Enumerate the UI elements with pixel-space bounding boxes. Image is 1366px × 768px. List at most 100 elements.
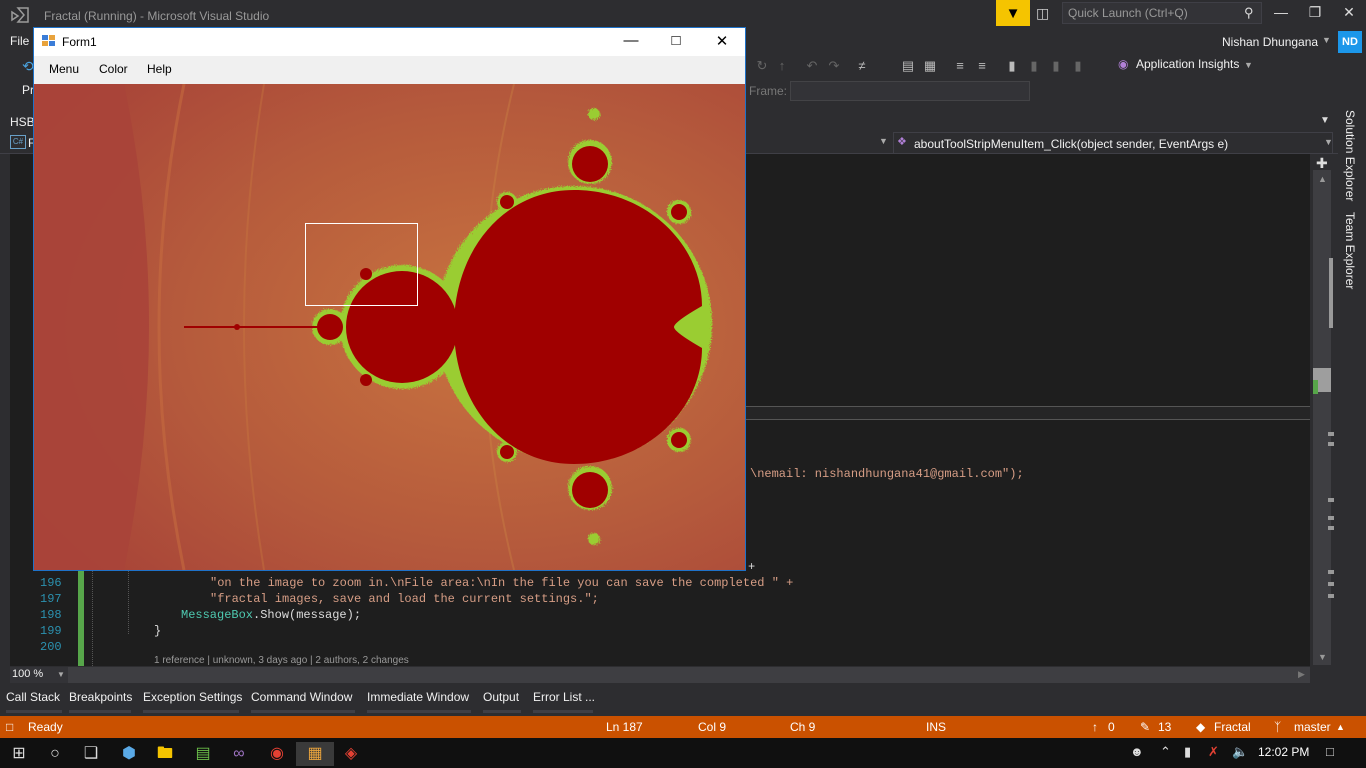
application-insights-button[interactable]: Application Insights — [1136, 57, 1239, 71]
tab-dropdown-icon[interactable]: ▼ — [1320, 115, 1330, 126]
mandelbrot-fractal-image[interactable] — [34, 84, 745, 570]
branch-icon[interactable]: ᛉ — [1274, 720, 1281, 734]
line-number: 197 — [40, 592, 62, 606]
people-icon[interactable]: ☻ — [1130, 744, 1144, 759]
notification-filter-icon[interactable]: ▼ — [996, 0, 1030, 26]
chevron-down-icon[interactable]: ▼ — [879, 136, 888, 146]
network-icon[interactable]: ✗ — [1208, 744, 1219, 760]
stack-frame-dropdown[interactable] — [790, 81, 1030, 101]
code-line[interactable]: 196 "on the image to zoom in.\nFile area:… — [40, 575, 793, 591]
windows-start-icon[interactable]: ⊞ — [0, 742, 38, 766]
indent-icon[interactable]: ≡ — [950, 58, 970, 73]
horizontal-scrollbar[interactable] — [68, 667, 1310, 683]
chevron-down-icon[interactable]: ▼ — [57, 670, 65, 679]
unpushed-commits[interactable]: 0 — [1108, 720, 1115, 734]
repo-icon[interactable]: ◆ — [1196, 720, 1205, 734]
editor-split-divider[interactable] — [746, 406, 1310, 420]
volume-icon[interactable]: 🔈 — [1232, 744, 1248, 760]
code-text: "fractal images, save and load the curre… — [210, 592, 599, 606]
threads-list-icon[interactable]: ▦ — [920, 58, 940, 74]
code-line[interactable]: 199} — [40, 623, 161, 639]
file-explorer-icon[interactable]: 🖿 — [146, 742, 184, 766]
feedback-icon[interactable]: ◫ — [1036, 5, 1049, 22]
team-explorer-tab[interactable]: Team Explorer — [1341, 212, 1357, 289]
spreadsheet-app-icon[interactable]: ▤ — [184, 742, 222, 766]
vertical-scrollbar[interactable] — [1313, 170, 1331, 665]
user-name[interactable]: Nishan Dhungana — [1222, 35, 1318, 49]
form1-taskbar-icon[interactable]: ▦ — [296, 742, 334, 766]
visual-studio-taskbar-icon[interactable]: ∞ — [220, 742, 258, 766]
tab-underline — [533, 710, 593, 713]
arrow-up-icon[interactable]: ↑ — [1092, 720, 1098, 734]
menu-help[interactable]: Help — [147, 62, 172, 76]
tab-command-window[interactable]: Command Window — [251, 690, 352, 704]
zoom-selection-rectangle[interactable] — [305, 223, 418, 306]
form1-menubar — [34, 56, 745, 84]
undo-icon[interactable]: ↶ — [802, 58, 822, 74]
member-dropdown[interactable]: aboutToolStripMenuItem_Click(object send… — [893, 132, 1333, 154]
solution-explorer-tab[interactable]: Solution Explorer — [1341, 110, 1357, 201]
battery-icon[interactable]: ▮ — [1184, 744, 1191, 760]
action-center-icon[interactable]: □ — [1326, 744, 1334, 759]
tab-error-list[interactable]: Error List ... — [533, 690, 595, 704]
scrollbar-change-marker — [1313, 380, 1318, 394]
chevron-up-icon[interactable]: ▲ — [1336, 722, 1345, 732]
3d-app-icon[interactable]: ⬢ — [110, 742, 148, 766]
line-number: 200 — [40, 640, 62, 654]
chevron-down-icon[interactable]: ▼ — [1322, 35, 1331, 45]
window-title: Fractal (Running) - Microsoft Visual Stu… — [44, 9, 270, 23]
menu-menu[interactable]: Menu — [49, 62, 79, 76]
step-out-icon[interactable]: ↑ — [772, 58, 792, 73]
outdent-icon[interactable]: ≡ — [972, 58, 992, 73]
tab-immediate-window[interactable]: Immediate Window — [367, 690, 469, 704]
maximize-icon[interactable]: □ — [656, 32, 696, 52]
tab-output[interactable]: Output — [483, 690, 519, 704]
back-icon[interactable]: ⟲ — [22, 58, 34, 75]
next-bookmark-icon[interactable]: ▮ — [1046, 58, 1066, 74]
chevron-down-icon[interactable]: ▼ — [1324, 137, 1333, 147]
clock[interactable]: 12:02 PM — [1258, 745, 1309, 759]
minimize-icon[interactable]: — — [1266, 4, 1296, 24]
lightbulb-icon[interactable]: ◉ — [1118, 57, 1128, 71]
avatar[interactable]: ND — [1338, 31, 1362, 53]
code-line[interactable]: 197 "fractal images, save and load the cu… — [40, 591, 599, 607]
scroll-right-icon[interactable]: ▶ — [1298, 669, 1305, 680]
codelens-info[interactable]: 1 reference | unknown, 3 days ago | 2 au… — [154, 655, 409, 666]
redo-icon[interactable]: ↷ — [824, 58, 844, 74]
scroll-down-icon[interactable]: ▼ — [1318, 652, 1327, 662]
scrollbar-thumb[interactable] — [1329, 258, 1333, 328]
hex-display-icon[interactable]: ≠ — [852, 58, 872, 73]
code-line[interactable]: 200 — [40, 639, 62, 655]
restore-icon[interactable]: ❐ — [1300, 4, 1330, 24]
menu-file[interactable]: File — [10, 34, 29, 48]
branch-name[interactable]: master — [1294, 720, 1331, 734]
close-icon[interactable]: ✕ — [1334, 4, 1364, 24]
menu-color[interactable]: Color — [99, 62, 128, 76]
tab-call-stack[interactable]: Call Stack — [6, 690, 60, 704]
paint-app-icon[interactable]: ◈ — [332, 742, 370, 766]
cortana-search-icon[interactable]: ○ — [36, 742, 74, 766]
chevron-down-icon[interactable]: ▼ — [1244, 60, 1253, 70]
form1-window[interactable]: Form1 — □ ✕ Menu Color Help — [33, 27, 746, 571]
file-tab-partial[interactable]: HSB — [10, 115, 35, 129]
pencil-icon[interactable]: ✎ — [1140, 720, 1150, 734]
task-view-icon[interactable]: ❑ — [72, 742, 110, 766]
close-icon[interactable]: ✕ — [702, 32, 742, 52]
tab-exception-settings[interactable]: Exception Settings — [143, 690, 242, 704]
scroll-up-icon[interactable]: ▲ — [1318, 174, 1327, 184]
quick-launch-input[interactable]: Quick Launch (Ctrl+Q) — [1062, 2, 1262, 24]
chrome-icon[interactable]: ◉ — [258, 742, 296, 766]
repository-name[interactable]: Fractal — [1214, 720, 1251, 734]
clear-bookmarks-icon[interactable]: ▮ — [1068, 58, 1088, 74]
bookmark-icon[interactable]: ▮ — [1002, 58, 1022, 74]
show-hidden-icons-icon[interactable]: ⌃ — [1160, 744, 1171, 760]
step-over-icon[interactable]: ↻ — [752, 58, 772, 74]
tab-breakpoints[interactable]: Breakpoints — [69, 690, 132, 704]
prev-bookmark-icon[interactable]: ▮ — [1024, 58, 1044, 74]
code-line[interactable]: 198 MessageBox.Show(message); — [40, 607, 361, 623]
minimize-icon[interactable]: — — [611, 32, 651, 52]
search-icon[interactable]: ⚲ — [1244, 5, 1254, 21]
tab-underline — [69, 710, 131, 713]
pending-changes[interactable]: 13 — [1158, 720, 1171, 734]
show-threads-icon[interactable]: ▤ — [898, 58, 918, 74]
